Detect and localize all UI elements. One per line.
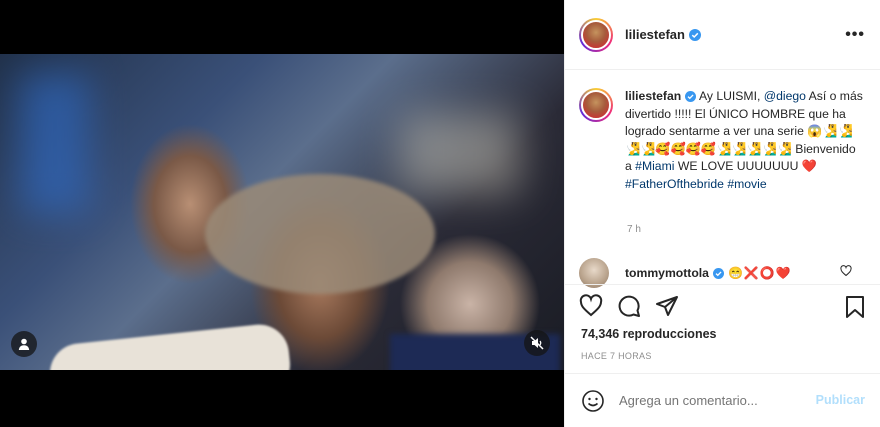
hashtag-link[interactable]: #FatherOfthebride [625,177,724,191]
tagged-users-button[interactable] [11,331,37,357]
bookmark-icon[interactable] [844,295,866,319]
comment-text: 😁❌⭕❤️ [727,266,792,280]
video-background-light [20,74,90,214]
emoji-smile-icon[interactable] [581,389,605,413]
caption-username[interactable]: liliestefan [625,89,681,103]
paper-plane-icon[interactable] [655,294,679,318]
caption-author-avatar-image [581,90,611,120]
publish-button[interactable]: Publicar [816,393,865,407]
media-panel [0,0,564,427]
hashtag-link[interactable]: #movie [727,177,766,191]
caption-author-avatar[interactable] [579,88,613,122]
heart-icon[interactable] [579,294,603,318]
caption-timestamp[interactable]: 7 h [627,224,641,235]
video-background-light [400,114,520,194]
more-options-button[interactable]: ••• [845,26,865,44]
caption-text: liliestefan Ay LUISMI, @diego Así o más … [625,88,865,193]
action-bar [579,294,679,318]
video-arm-shape [46,321,294,370]
caption-part: Ay LUISMI, [698,89,764,103]
view-count[interactable]: 74,346 reproducciones [581,327,716,341]
verified-badge-icon [685,91,697,103]
hashtag-link[interactable]: #Miami [635,159,674,173]
post-age[interactable]: HACE 7 HORAS [581,351,652,361]
video-hat-shape [205,174,435,294]
comment-input[interactable] [619,393,799,408]
verified-badge-icon [688,28,701,41]
commenter-username[interactable]: tommymottola [625,266,709,280]
mute-toggle-button[interactable] [524,330,550,356]
heart-emoji: ❤️ [801,159,817,173]
comment-composer: Publicar [565,373,880,427]
user-icon [18,338,30,350]
author-avatar[interactable] [579,17,613,52]
section-divider [565,284,880,285]
author-avatar-image [581,19,611,50]
post-side-panel: liliestefan ••• liliestefan Ay LUISMI, @… [564,0,880,427]
author-username[interactable]: liliestefan [625,27,685,42]
video-player[interactable] [0,54,564,370]
caption-part: WE LOVE UUUUUUU [674,159,802,173]
comment-like-heart-icon[interactable] [840,265,852,277]
post-caption: liliestefan Ay LUISMI, @diego Así o más … [579,88,869,193]
verified-badge-icon [712,267,724,279]
post-header: liliestefan ••• [565,0,880,70]
comment-bubble-icon[interactable] [617,294,641,318]
mention-link[interactable]: @diego [764,89,806,103]
muted-speaker-icon [530,336,544,350]
